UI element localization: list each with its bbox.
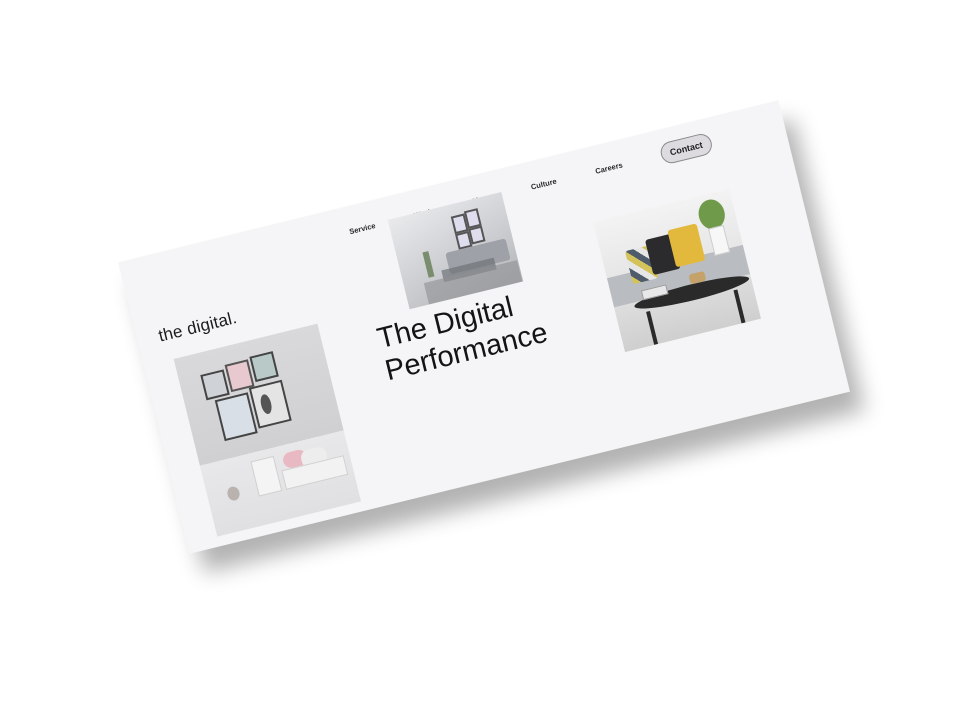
- nav-item-careers[interactable]: Careers: [594, 160, 623, 175]
- nav-item-service[interactable]: Service: [348, 221, 376, 236]
- nav-item-culture[interactable]: Culture: [530, 176, 558, 191]
- screenshot-stage: the digital. Service Work About Culture …: [0, 0, 960, 720]
- website-card: the digital. Service Work About Culture …: [118, 100, 850, 554]
- sofa-cushions-photo: [593, 188, 762, 353]
- contact-button[interactable]: Contact: [658, 131, 714, 166]
- gallery-wall-room-photo: [173, 323, 362, 537]
- site-logo[interactable]: the digital.: [157, 308, 239, 346]
- hero-title: The Digital Performance: [374, 285, 551, 389]
